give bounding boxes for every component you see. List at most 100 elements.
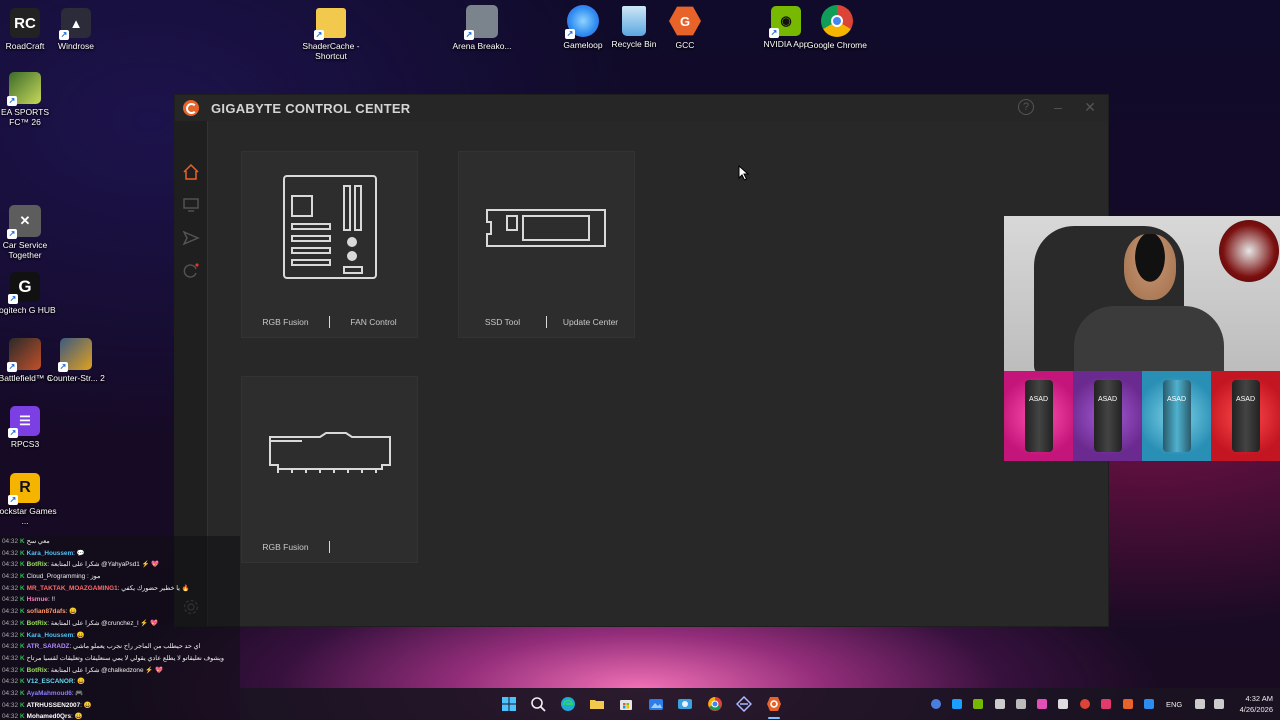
- home-icon[interactable]: [182, 163, 200, 181]
- desktop-icon-counter-strike[interactable]: ↗ Counter-Str... 2: [43, 338, 109, 383]
- chat-timestamp: 04:32: [2, 608, 18, 616]
- chat-timestamp: 04:32: [2, 666, 18, 674]
- can-label: ASAD: [1162, 380, 1191, 452]
- windows-start-icon[interactable]: [501, 696, 517, 712]
- chat-username[interactable]: BotRix: [27, 620, 48, 627]
- tray-audio-device-icon[interactable]: [1016, 699, 1026, 709]
- energy-can-blue: ASAD: [1142, 371, 1211, 461]
- chat-username[interactable]: V12_ESCANOR: [27, 678, 74, 685]
- gcc-icon[interactable]: [766, 696, 782, 712]
- clock-time[interactable]: 4:32 AM: [1233, 694, 1273, 703]
- update-center-link[interactable]: Update Center: [547, 317, 634, 327]
- memory-card[interactable]: RGB Fusion: [241, 376, 418, 563]
- chat-username[interactable]: Hsmue: [27, 596, 48, 603]
- send-icon[interactable]: [182, 229, 200, 247]
- chat-username[interactable]: MR_TAKTAK_MOAZGAMING1: [27, 585, 118, 592]
- chat-message: 04:32 K AyaMahmoud6: 🎮: [2, 688, 240, 700]
- monitor-icon[interactable]: [182, 196, 200, 214]
- desktop-icon-chrome[interactable]: Google Chrome: [804, 5, 870, 50]
- rgb-fusion-link[interactable]: RGB Fusion: [242, 542, 329, 552]
- nvidia-icon: ◉ ↗: [769, 6, 801, 38]
- minimize-button[interactable]: –: [1050, 99, 1066, 115]
- kick-badge-icon: K: [20, 689, 25, 697]
- ssd-card[interactable]: SSD Tool Update Center: [458, 151, 635, 338]
- chat-text: ويشوف نعليقاتو لا يطلع عادي يقولي لا يمي…: [26, 654, 224, 662]
- chat-username[interactable]: ATRHUSSEN2007: [27, 702, 81, 709]
- chat-username[interactable]: BotRix: [27, 561, 48, 568]
- energy-can-purple: ASAD: [1073, 371, 1142, 461]
- chat-text: : 😀: [80, 701, 92, 709]
- file-explorer-icon[interactable]: [589, 696, 605, 712]
- motherboard-card[interactable]: RGB Fusion FAN Control: [241, 151, 418, 338]
- title-bar[interactable]: GIGABYTE CONTROL CENTER ? – ✕: [175, 95, 1108, 121]
- help-button[interactable]: ?: [1018, 99, 1034, 115]
- desktop-icon-label: Logitech G HUB: [0, 305, 56, 315]
- counter-strike-icon: ↗: [58, 338, 92, 372]
- desktop-icon-label: Arena Breako...: [452, 41, 512, 51]
- desktop-icon-label: Car Service Together: [2, 240, 48, 260]
- streamer-body: [1074, 306, 1224, 371]
- fan-control-link[interactable]: FAN Control: [330, 317, 417, 327]
- close-button[interactable]: ✕: [1082, 99, 1098, 115]
- chat-text: : 🎮: [71, 689, 84, 697]
- monitor-icon[interactable]: [1195, 699, 1205, 709]
- kick-badge-icon: K: [20, 643, 25, 651]
- tray-logitech-icon[interactable]: [1058, 699, 1068, 709]
- chat-message: 04:32 K Kara_Houssem: 💬: [2, 548, 240, 560]
- store-icon[interactable]: [618, 696, 634, 712]
- snipping-icon[interactable]: [677, 696, 693, 712]
- desktop-icon-label: ShaderCache - Shortcut: [302, 41, 360, 61]
- tray-chrome-icon[interactable]: [1080, 699, 1090, 709]
- chat-message: 04:32 K Hsmue: !!: [2, 594, 240, 606]
- volume-icon[interactable]: [1214, 699, 1224, 709]
- chrome-icon[interactable]: [707, 696, 723, 712]
- tray-bluetooth-icon[interactable]: [1144, 699, 1154, 709]
- update-icon[interactable]: [182, 262, 200, 280]
- chat-username[interactable]: sofian87dafs: [27, 608, 66, 615]
- rgb-fusion-link[interactable]: RGB Fusion: [242, 317, 329, 327]
- tray-usb-icon[interactable]: [995, 699, 1005, 709]
- desktop-icon-shadercache[interactable]: ↗ ShaderCache - Shortcut: [298, 8, 364, 61]
- ea-fc-icon: ↗: [7, 72, 41, 106]
- desktop-icon-arena-breakout[interactable]: ↗ Arena Breako...: [449, 5, 515, 51]
- chat-username[interactable]: Kara_Houssem: [27, 550, 74, 557]
- chat-message: 04:32 K Kara_Houssem: 😀: [2, 630, 240, 642]
- desktop-icon-gcc[interactable]: G GCC: [652, 5, 718, 50]
- tray-shield-icon[interactable]: [1101, 699, 1111, 709]
- arena-breakout-icon: ↗: [464, 5, 498, 40]
- chat-username[interactable]: ATR_SARADZ: [27, 643, 70, 650]
- tray-nvidia-icon[interactable]: [973, 699, 983, 709]
- chat-message: 04:32 K ATR_SARADZ: اي حد حيطلب من الماجر …: [2, 641, 240, 653]
- desktop-icon-ea-fc[interactable]: ↗ EA SPORTS FC™ 26: [0, 72, 58, 127]
- rockstar-icon: R ↗: [8, 473, 40, 505]
- desktop-icon-windrose[interactable]: ▲ ↗ Windrose: [43, 8, 109, 51]
- language-indicator[interactable]: ENG: [1166, 700, 1182, 709]
- desktop-icon-rockstar[interactable]: R↗ Rockstar Games ...: [0, 473, 58, 526]
- search-icon[interactable]: [530, 696, 546, 712]
- chat-message: 04:32 K ATRHUSSEN2007: 😀: [2, 700, 240, 712]
- desktop-icon-car-service[interactable]: ✕ ↗ Car Service Together: [0, 205, 58, 260]
- tray-network-icon[interactable]: [952, 699, 962, 709]
- chat-text: Cloud_Programming : موز: [26, 573, 101, 581]
- chat-message: 04:32 K BotRix: شكرا على المتابعة @YahyaPs…: [2, 559, 240, 571]
- kick-badge-icon: K: [20, 561, 25, 569]
- chat-username[interactable]: Kara_Houssem: [27, 632, 74, 639]
- chat-username[interactable]: BotRix: [27, 667, 48, 674]
- tray-razer-icon[interactable]: [1037, 699, 1047, 709]
- kick-badge-icon: K: [20, 608, 25, 616]
- chat-timestamp: 04:32: [2, 619, 18, 627]
- chat-username[interactable]: AyaMahmoud6: [27, 690, 72, 697]
- desktop-icon-logitech[interactable]: G ↗ Logitech G HUB: [0, 272, 58, 315]
- photos-icon[interactable]: [648, 696, 664, 712]
- chat-text: : يا خطير حضورك يكفي 🔥: [117, 584, 190, 592]
- desktop-icon-rpcs3[interactable]: ☰ ↗ RPCS3: [0, 406, 58, 449]
- ssd-tool-link[interactable]: SSD Tool: [459, 317, 546, 327]
- desktop-icon-label: GCC: [675, 40, 695, 50]
- tray-gcc-icon[interactable]: [1123, 699, 1133, 709]
- edge-icon[interactable]: [560, 696, 576, 712]
- chat-text: : 😀: [71, 713, 83, 720]
- clock-date[interactable]: 4/26/2026: [1225, 705, 1273, 714]
- tray-steam-icon[interactable]: [931, 699, 941, 709]
- chat-username[interactable]: Mohamed0Qrs: [27, 713, 71, 720]
- vpn-icon[interactable]: [736, 696, 752, 712]
